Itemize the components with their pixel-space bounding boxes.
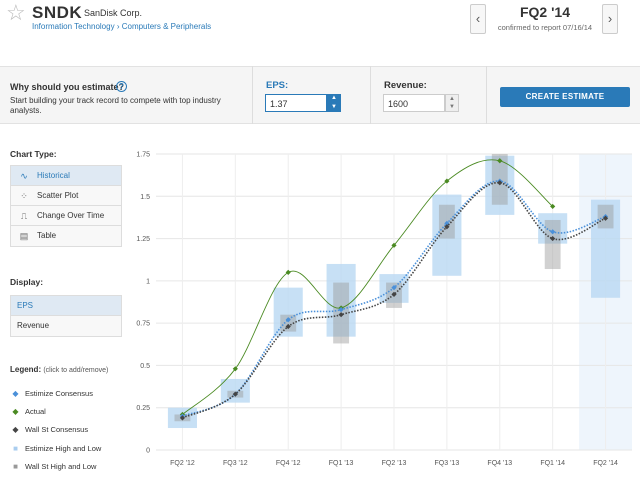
legend-title: Legend: (click to add/remove) xyxy=(10,365,108,374)
x-tick-label: FQ3 '12 xyxy=(223,460,248,467)
y-tick-label: 0.75 xyxy=(136,321,150,328)
x-tick-label: FQ2 '14 xyxy=(593,460,618,467)
revenue-increment-icon[interactable]: ▲ xyxy=(446,95,458,103)
chart-type-change-over-time[interactable]: ⎍ Change Over Time xyxy=(11,206,121,226)
help-icon[interactable]: ? xyxy=(116,81,127,92)
y-tick-label: 0 xyxy=(146,448,150,455)
display-menu: EPS Revenue xyxy=(10,295,122,337)
chart-type-historical[interactable]: ∿ Historical xyxy=(11,166,121,186)
next-quarter-button[interactable]: › xyxy=(602,4,618,34)
ticker-symbol: SNDK xyxy=(32,3,83,22)
legend-estimize-consensus[interactable]: ◆ Estimize Consensus xyxy=(12,389,93,398)
y-tick-label: 1.75 xyxy=(136,152,150,159)
eps-history-chart: 0 0.25 0.5 0.75 1 1.25 1.5 1.75 FQ2 '12 FQ3 '12 FQ… xyxy=(136,152,632,467)
eps-decrement-icon[interactable]: ▼ xyxy=(327,103,341,112)
create-estimate-button[interactable]: CREATE ESTIMATE xyxy=(500,87,630,107)
chart-type-table[interactable]: ▤ Table xyxy=(11,226,121,246)
diamond-icon: ◆ xyxy=(12,425,19,434)
breadcrumb-industry[interactable]: Computers & Peripherals xyxy=(122,22,211,31)
legend-label: Actual xyxy=(25,407,46,416)
display-eps[interactable]: EPS xyxy=(11,296,121,316)
legend-label: Wall St High and Low xyxy=(25,462,97,471)
revenue-label: Revenue: xyxy=(384,80,427,91)
chart-type-scatter-plot[interactable]: ⁘ Scatter Plot xyxy=(11,186,121,206)
eps-input[interactable]: 1.37 xyxy=(265,94,327,112)
legend-estimize-high-low[interactable]: ■ Estimize High and Low xyxy=(12,444,101,453)
chart-type-label: Table xyxy=(37,231,57,240)
x-tick-label: FQ4 '13 xyxy=(487,460,512,467)
wave-icon: ∿ xyxy=(20,171,28,181)
chart-type-label: Chart Type: xyxy=(10,149,57,159)
legend-wall-st-high-low[interactable]: ■ Wall St High and Low xyxy=(12,462,96,471)
eps-increment-icon[interactable]: ▲ xyxy=(327,94,341,103)
company-name: SanDisk Corp. xyxy=(84,8,143,18)
y-tick-label: 0.5 xyxy=(140,363,150,370)
y-tick-label: 1 xyxy=(146,278,150,285)
y-tick-label: 0.25 xyxy=(136,405,150,412)
legend-label: Wall St Consensus xyxy=(25,425,89,434)
x-tick-label: FQ2 '12 xyxy=(170,460,195,467)
chart-type-menu: ∿ Historical ⁘ Scatter Plot ⎍ Change Ove… xyxy=(10,165,122,247)
x-tick-label: FQ2 '13 xyxy=(382,460,407,467)
table-icon: ▤ xyxy=(19,231,29,241)
breadcrumb: Information Technology › Computers & Per… xyxy=(32,22,211,31)
x-tick-label: FQ1 '14 xyxy=(540,460,565,467)
legend-title-text: Legend: xyxy=(10,365,42,374)
step-icon: ⎍ xyxy=(20,211,28,221)
why-estimate-description: Start building your track record to comp… xyxy=(10,96,221,115)
eps-label: EPS: xyxy=(266,80,289,91)
revenue-input[interactable]: 1600 xyxy=(383,94,445,112)
legend-actual[interactable]: ◆ Actual xyxy=(12,407,46,416)
scatter-icon: ⁘ xyxy=(20,191,28,201)
wall-st-high-low-bar xyxy=(544,219,561,270)
chart-type-label: Historical xyxy=(37,171,70,180)
square-icon: ■ xyxy=(13,444,18,453)
panel-divider xyxy=(486,66,487,124)
legend-wall-st-consensus[interactable]: ◆ Wall St Consensus xyxy=(12,425,88,434)
legend-label: Estimize Consensus xyxy=(25,389,93,398)
revenue-stepper[interactable]: ▲ ▼ xyxy=(445,94,459,112)
previous-quarter-button[interactable]: ‹ xyxy=(470,4,486,34)
diamond-icon: ◆ xyxy=(12,407,19,416)
y-tick-label: 1.5 xyxy=(140,194,150,201)
square-icon: ■ xyxy=(13,462,18,471)
y-tick-label: 1.25 xyxy=(136,236,150,243)
panel-divider xyxy=(252,66,253,124)
x-tick-label: FQ1 '13 xyxy=(329,460,354,467)
report-date-text: confirmed to report 07/16/14 xyxy=(497,23,593,32)
panel-divider xyxy=(370,66,371,124)
x-tick-label: FQ3 '13 xyxy=(435,460,460,467)
legend-label: Estimize High and Low xyxy=(25,444,102,453)
quarter-title: FQ2 '14 xyxy=(519,4,571,20)
display-label: Display: xyxy=(10,277,44,287)
breadcrumb-sector[interactable]: Information Technology xyxy=(32,22,115,31)
eps-stepper[interactable]: ▲ ▼ xyxy=(327,94,341,112)
display-revenue[interactable]: Revenue xyxy=(11,316,121,336)
legend-hint: (click to add/remove) xyxy=(43,367,109,374)
chart-type-label: Scatter Plot xyxy=(37,191,79,200)
chart-type-label: Change Over Time xyxy=(37,211,105,220)
breadcrumb-separator: › xyxy=(116,22,120,31)
revenue-decrement-icon[interactable]: ▼ xyxy=(446,103,458,111)
favorite-star-icon[interactable]: ☆ xyxy=(6,2,26,24)
actual-point xyxy=(285,269,291,275)
diamond-icon: ◆ xyxy=(12,389,19,398)
x-tick-label: FQ4 '12 xyxy=(276,460,301,467)
why-estimate-heading: Why should you estimate? xyxy=(10,82,125,92)
